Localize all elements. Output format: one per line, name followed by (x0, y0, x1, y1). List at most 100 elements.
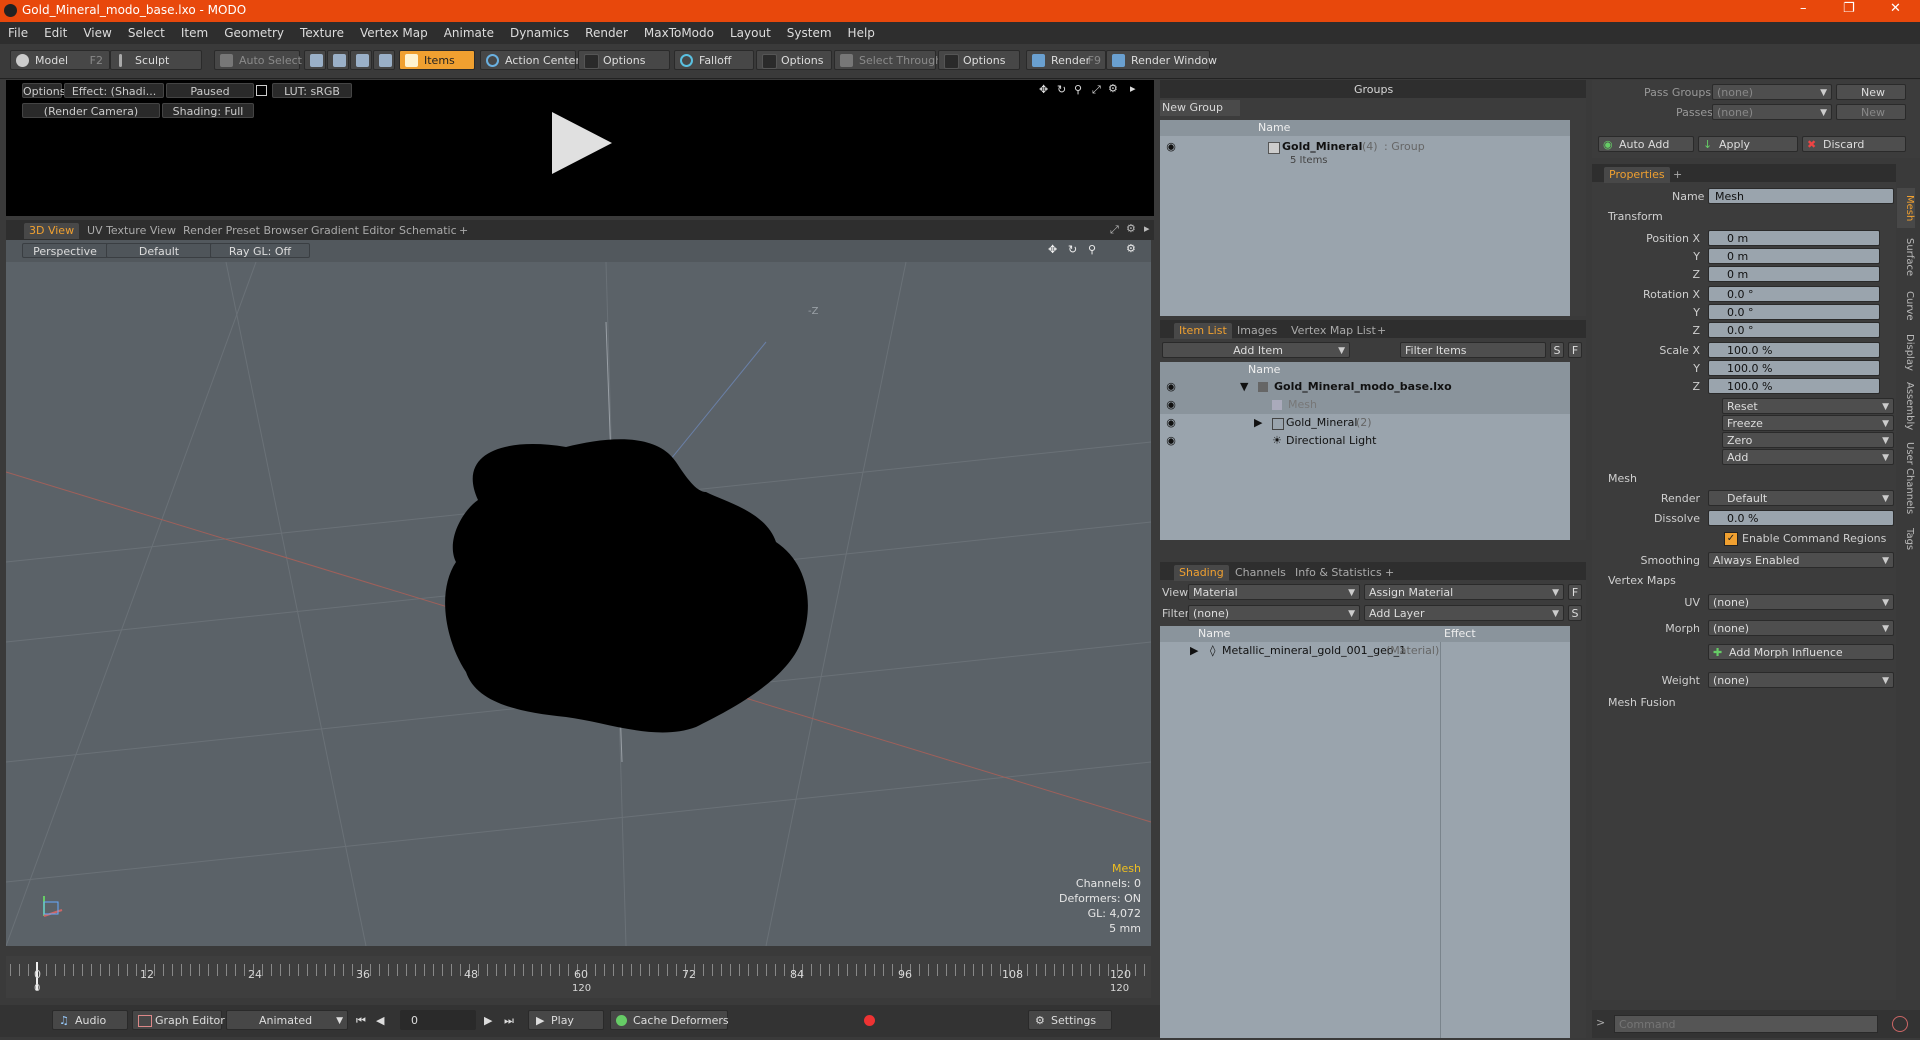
preview-options-button[interactable]: Options (22, 83, 65, 98)
menu-render[interactable]: Render (577, 26, 636, 40)
polygons-mode-button[interactable] (350, 50, 372, 70)
smoothing-dropdown[interactable]: Always Enabled ▼ (1708, 552, 1894, 568)
tab-render-preset-browser[interactable]: Render Preset Browser (178, 223, 313, 239)
shading-f-button[interactable]: F (1568, 584, 1582, 600)
preview-paused-button[interactable]: Paused (166, 83, 254, 98)
preview-gear-icon[interactable]: ⚙ (1108, 82, 1118, 95)
cache-deformers-button[interactable]: Cache Deformers (610, 1010, 729, 1030)
side-tab-curve[interactable]: Curve (1897, 286, 1915, 326)
perspective-dropdown[interactable]: Perspective (22, 243, 108, 258)
restore-icon[interactable]: ❐ (1843, 1, 1855, 16)
minimize-icon[interactable]: – (1800, 1, 1807, 16)
enable-command-regions-checkbox[interactable]: ✓ (1724, 532, 1738, 546)
eye-icon[interactable]: ◉ (1164, 398, 1178, 412)
tab-shading[interactable]: Shading (1174, 565, 1229, 581)
tree-row-gold-mineral[interactable]: ◉ ▶ Gold_Mineral (2) (1160, 414, 1570, 432)
animated-dropdown[interactable]: Animated ▼ (226, 1010, 348, 1030)
eye-icon[interactable]: ◉ (1164, 380, 1178, 394)
lock-icon[interactable] (256, 85, 267, 96)
filter-items-input[interactable]: Filter Items (1400, 342, 1546, 358)
timeline[interactable]: 0 12 24 36 48 60 72 84 96 108 120 0 120 … (6, 956, 1151, 998)
preview-camera-dropdown[interactable]: (Render Camera) (22, 103, 160, 118)
menu-texture[interactable]: Texture (292, 26, 352, 40)
expand-right-icon[interactable]: ▶ (1254, 414, 1262, 432)
menu-maxtomodo[interactable]: MaxToModo (636, 26, 722, 40)
preview-effect-dropdown[interactable]: Effect: (Shadi... (64, 83, 164, 98)
add-properties-tab[interactable]: + (1668, 167, 1687, 183)
default-style-dropdown[interactable]: Default (106, 243, 212, 258)
model-button[interactable]: Model F2 (10, 50, 110, 70)
render-button[interactable]: Render F9 (1026, 50, 1106, 70)
filter-f-button[interactable]: F (1568, 342, 1582, 358)
edges-mode-button[interactable] (327, 50, 349, 70)
new-group-button[interactable]: New Group (1160, 100, 1240, 116)
tab-images[interactable]: Images (1232, 323, 1282, 339)
name-field[interactable]: Mesh (1708, 188, 1894, 204)
freeze-dropdown[interactable]: Freeze ▼ (1722, 415, 1894, 431)
frame-input[interactable]: 0 (400, 1010, 476, 1030)
side-tab-user-channels[interactable]: User Channels (1897, 438, 1915, 518)
record-icon[interactable] (864, 1015, 875, 1026)
tab-item-list[interactable]: Item List (1174, 323, 1232, 339)
scale-y-field[interactable]: 100.0 % (1708, 360, 1880, 376)
view-dropdown[interactable]: Material ▼ (1188, 584, 1360, 600)
menu-system[interactable]: System (779, 26, 840, 40)
action-center-options-button[interactable]: Options (578, 50, 670, 70)
render-preview[interactable]: Options Effect: (Shadi... Paused LUT: sR… (6, 80, 1154, 216)
apply-button[interactable]: ↓ Apply (1698, 136, 1798, 152)
position-x-field[interactable]: 0 m (1708, 230, 1880, 246)
side-tab-surface[interactable]: Surface (1897, 232, 1915, 282)
audio-button[interactable]: ♫ Audio (52, 1010, 128, 1030)
new-pass-button[interactable]: New (1836, 104, 1906, 120)
menu-help[interactable]: Help (840, 26, 883, 40)
tab-uv-texture-view[interactable]: UV Texture View (82, 223, 181, 239)
play-button[interactable]: ▶ Play (528, 1010, 604, 1030)
settings-button[interactable]: ⚙ Settings (1028, 1010, 1112, 1030)
materials-mode-button[interactable] (373, 50, 395, 70)
menu-select[interactable]: Select (120, 26, 173, 40)
action-center-button[interactable]: Action Center (480, 50, 580, 70)
add-tab-button[interactable]: + (1380, 565, 1399, 581)
group-row[interactable]: ◉ Gold_Mineral (4) : Group (1160, 138, 1570, 156)
preview-maximize-icon[interactable]: ⤢ (1092, 83, 1101, 97)
shading-s-button[interactable]: S (1568, 605, 1582, 621)
items-mode-button[interactable]: Items (399, 50, 475, 70)
close-icon[interactable]: ✕ (1890, 1, 1901, 16)
falloff-button[interactable]: Falloff (674, 50, 754, 70)
eye-icon[interactable]: ◉ (1164, 434, 1178, 448)
preview-shading-dropdown[interactable]: Shading: Full (162, 103, 254, 118)
menu-layout[interactable]: Layout (722, 26, 779, 40)
graph-editor-button[interactable]: Graph Editor (132, 1010, 225, 1030)
rotation-y-field[interactable]: 0.0 ° (1708, 304, 1880, 320)
position-y-field[interactable]: 0 m (1708, 248, 1880, 264)
tab-vertex-map-list[interactable]: Vertex Map List (1286, 323, 1381, 339)
material-row[interactable]: ▶ ◊ Metallic_mineral_gold_001_geo_1 (Mat… (1160, 642, 1570, 660)
transform-section[interactable]: Transform (1608, 210, 1663, 223)
3d-viewport[interactable]: Perspective Default Ray GL: Off ✥ ↻ ⚲ ⚙ … (6, 240, 1151, 946)
menu-item[interactable]: Item (173, 26, 216, 40)
assign-material-dropdown[interactable]: Assign Material ▼ (1364, 584, 1564, 600)
falloff-options-button[interactable]: Options (756, 50, 832, 70)
select-through-options-button[interactable]: Options (938, 50, 1020, 70)
zero-dropdown[interactable]: Zero ▼ (1722, 432, 1894, 448)
command-input[interactable] (1614, 1015, 1878, 1033)
render-window-button[interactable]: Render Window (1106, 50, 1217, 70)
view-next-icon[interactable]: ▸ (1144, 222, 1150, 235)
select-through-button[interactable]: Select Through (834, 50, 942, 70)
preview-lut-dropdown[interactable]: LUT: sRGB (272, 83, 352, 98)
side-tab-assembly[interactable]: Assembly (1897, 378, 1915, 434)
scale-z-field[interactable]: 100.0 % (1708, 378, 1880, 394)
pass-groups-dropdown[interactable]: (none) ▼ (1712, 84, 1832, 100)
view-maximize-icon[interactable]: ⤢ (1110, 223, 1119, 237)
position-z-field[interactable]: 0 m (1708, 266, 1880, 282)
vertex-maps-section[interactable]: Vertex Maps (1608, 574, 1676, 587)
preview-rotate-icon[interactable]: ↻ (1057, 83, 1066, 96)
menu-dynamics[interactable]: Dynamics (502, 26, 577, 40)
tree-row-scene[interactable]: ◉ ▼ Gold_Mineral_modo_base.lxo (1160, 378, 1570, 396)
tab-schematic[interactable]: Schematic (394, 223, 462, 239)
filter-s-button[interactable]: S (1550, 342, 1564, 358)
add-tab-button[interactable]: + (1372, 323, 1391, 339)
menu-geometry[interactable]: Geometry (216, 26, 292, 40)
shader-tree[interactable]: Name Effect ▶ ◊ Metallic_mineral_gold_00… (1160, 626, 1570, 1038)
render-dropdown[interactable]: Default ▼ (1708, 490, 1894, 506)
